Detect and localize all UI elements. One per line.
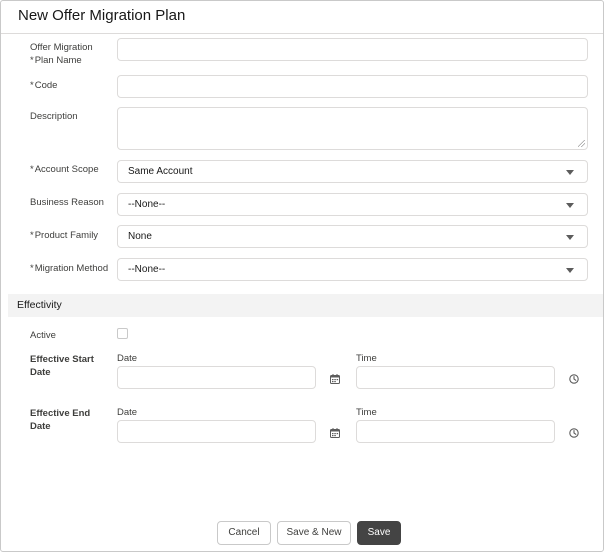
save-and-new-button[interactable]: Save & New xyxy=(277,521,351,545)
plan-name-label-line2: *Plan Name xyxy=(30,54,93,67)
start-time-label: Time xyxy=(356,353,377,364)
clock-icon[interactable] xyxy=(569,374,579,384)
code-input[interactable] xyxy=(117,75,588,98)
active-label: Active xyxy=(30,330,56,341)
description-textarea[interactable] xyxy=(117,107,588,150)
required-marker: * xyxy=(30,230,34,241)
description-label: Description xyxy=(30,111,78,122)
end-date-input[interactable] xyxy=(117,420,316,443)
effective-end-label: Effective End Date xyxy=(30,407,90,433)
effectivity-section-header: Effectivity xyxy=(8,294,603,317)
calendar-icon[interactable] xyxy=(330,374,340,384)
account-scope-label: *Account Scope xyxy=(30,163,99,176)
code-label-text: Code xyxy=(34,80,58,91)
required-marker: * xyxy=(30,55,34,66)
plan-name-label: Offer Migration *Plan Name xyxy=(30,41,93,67)
required-marker: * xyxy=(30,263,34,274)
account-scope-label-text: Account Scope xyxy=(34,164,99,175)
effective-end-label-line1: Effective End xyxy=(30,408,91,419)
required-marker: * xyxy=(30,164,34,175)
effective-start-label-line2: Date xyxy=(30,367,51,378)
clock-icon[interactable] xyxy=(569,428,579,438)
required-marker: * xyxy=(30,80,34,91)
migration-method-select[interactable]: --None-- xyxy=(117,258,588,281)
chevron-down-icon xyxy=(566,268,574,273)
plan-name-input[interactable] xyxy=(117,38,588,61)
plan-name-label-line1: Offer Migration xyxy=(30,42,93,53)
product-family-label: *Product Family xyxy=(30,229,98,242)
business-reason-select[interactable]: --None-- xyxy=(117,193,588,216)
effective-start-label: Effective Start Date xyxy=(30,353,94,379)
effective-end-label-line2: Date xyxy=(30,421,51,432)
resize-handle[interactable] xyxy=(578,140,585,147)
active-checkbox[interactable] xyxy=(117,328,128,339)
migration-method-value: --None-- xyxy=(128,264,166,275)
chevron-down-icon xyxy=(566,203,574,208)
end-time-input[interactable] xyxy=(356,420,555,443)
chevron-down-icon xyxy=(566,235,574,240)
section-title: Effectivity xyxy=(17,299,62,311)
start-date-input[interactable] xyxy=(117,366,316,389)
account-scope-value: Same Account xyxy=(128,166,193,177)
business-reason-label: Business Reason xyxy=(30,197,104,208)
modal-dialog: New Offer Migration Plan Offer Migration… xyxy=(0,0,604,552)
calendar-icon[interactable] xyxy=(330,428,340,438)
code-label: *Code xyxy=(30,79,57,92)
start-date-label: Date xyxy=(117,353,138,364)
business-reason-value: --None-- xyxy=(128,199,166,210)
plan-name-label-text: Plan Name xyxy=(34,55,82,66)
product-family-label-text: Product Family xyxy=(34,230,99,241)
cancel-button[interactable]: Cancel xyxy=(217,521,271,545)
start-time-input[interactable] xyxy=(356,366,555,389)
end-time-label: Time xyxy=(356,407,377,418)
account-scope-select[interactable]: Same Account xyxy=(117,160,588,183)
migration-method-label-text: Migration Method xyxy=(34,263,109,274)
end-date-label: Date xyxy=(117,407,138,418)
chevron-down-icon xyxy=(566,170,574,175)
product-family-select[interactable]: None xyxy=(117,225,588,248)
modal-header: New Offer Migration Plan xyxy=(1,1,603,34)
page-title: New Offer Migration Plan xyxy=(18,7,186,24)
product-family-value: None xyxy=(128,231,152,242)
save-button[interactable]: Save xyxy=(357,521,401,545)
effective-start-label-line1: Effective Start xyxy=(30,354,94,365)
migration-method-label: *Migration Method xyxy=(30,262,108,275)
